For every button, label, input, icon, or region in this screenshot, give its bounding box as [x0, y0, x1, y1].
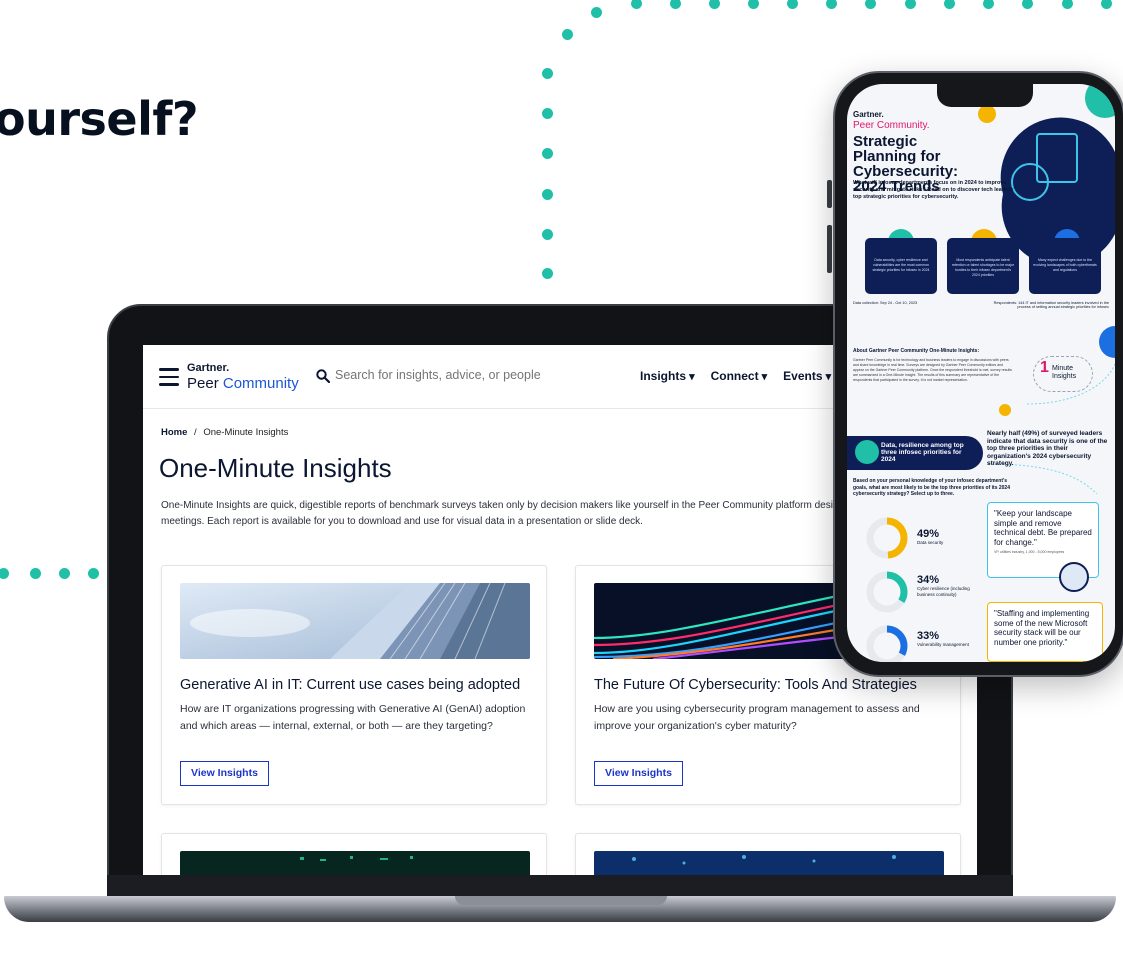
breadcrumb-home[interactable]: Home: [161, 427, 187, 438]
stat-label: Data security: [917, 540, 944, 545]
phone-side-button: [827, 225, 832, 273]
stat-item: 34% Cyber resilience (including business…: [917, 574, 987, 597]
top-nav: Insights Connect Events: [640, 369, 831, 383]
breadcrumb: Home / One-Minute Insights: [161, 427, 288, 438]
phone-product: Peer Community.: [853, 120, 930, 131]
avatar: [1059, 562, 1089, 592]
insight-card-partial[interactable]: [161, 833, 547, 875]
card-title[interactable]: The Future Of Cybersecurity: Tools And S…: [594, 677, 917, 693]
search-input[interactable]: [335, 368, 595, 382]
minute-number: 1: [1040, 359, 1049, 376]
stat-percent: 33%: [917, 630, 940, 642]
magnifier-icon: [855, 440, 879, 464]
stat-label: Cyber resilience (including business con…: [917, 586, 970, 597]
stat-label: Vulnerability management: [917, 642, 969, 647]
quote-text: "Staffing and implementing some of the n…: [994, 609, 1090, 647]
finding-tile: Data security, cyber resilience and vuln…: [865, 238, 937, 294]
insight-card-partial[interactable]: [575, 833, 961, 875]
laptop-notch: [455, 896, 667, 905]
logo-brand: Gartner.: [187, 362, 230, 374]
card-image-network: [594, 851, 944, 875]
nav-insights[interactable]: Insights: [640, 369, 695, 383]
nav-events[interactable]: Events: [783, 369, 831, 383]
quote-card: "Staffing and implementing some of the n…: [987, 602, 1103, 662]
card-image-building: [180, 583, 530, 659]
stat-percent: 34%: [917, 574, 940, 586]
nav-connect[interactable]: Connect: [711, 369, 768, 383]
phone-notch: [937, 83, 1033, 107]
one-minute-insights-badge: 1 Minute Insights: [1033, 356, 1093, 392]
phone-brand: Gartner.: [853, 110, 884, 119]
stat-percent: 49%: [917, 528, 940, 540]
insight-card[interactable]: Generative AI in IT: Current use cases b…: [161, 565, 547, 805]
data-collection-note: Data collection: Sep 24 - Oct 10, 2023: [853, 301, 918, 305]
page-title: One-Minute Insights: [159, 453, 392, 483]
report-subtitle: What will infosec departments focus on i…: [853, 180, 1015, 200]
stat-donuts: [866, 517, 908, 662]
survey-question: Based on your personal knowledge of your…: [853, 478, 1010, 497]
about-title: About Gartner Peer Community One-Minute …: [853, 348, 980, 354]
phone-side-button: [827, 180, 832, 208]
minute-label: Minute: [1052, 365, 1074, 372]
quote-attribution: VP, utilities industry, 1,000 - 5,000 em…: [994, 550, 1065, 554]
card-description: How are you using cybersecurity program …: [594, 703, 920, 732]
card-title[interactable]: Generative AI in IT: Current use cases b…: [180, 677, 520, 693]
insights-label: Insights: [1052, 373, 1077, 380]
search-icon[interactable]: [316, 369, 330, 383]
respondents-note: Respondents: 144 IT and information secu…: [993, 301, 1109, 309]
site-logo[interactable]: Gartner. Peer Community: [187, 362, 299, 393]
logo-product-b: Community: [222, 375, 299, 392]
card-image-circuit: [180, 851, 530, 875]
about-text: Gartner Peer Community is for technology…: [853, 358, 1012, 382]
phone-screen: Gartner. Peer Community. Strategic Plann…: [847, 84, 1115, 662]
hamburger-menu-icon[interactable]: [159, 368, 179, 391]
quote-text: "Keep your landscape simple and remove t…: [994, 509, 1092, 547]
stat-item: 33% Vulnerability management: [917, 630, 987, 648]
finding-tile: Most respondents anticipate talent reten…: [947, 238, 1019, 294]
stat-item: 49% Data security: [917, 528, 987, 546]
breadcrumb-separator: /: [194, 427, 197, 438]
breadcrumb-current: One-Minute Insights: [203, 427, 289, 438]
page-headline: ourself?: [0, 92, 199, 146]
nearly-half-text: Nearly half (49%) of surveyed leaders in…: [987, 430, 1108, 467]
logo-product: Peer Community: [187, 375, 299, 393]
view-insights-button[interactable]: View Insights: [594, 761, 683, 786]
view-insights-button[interactable]: View Insights: [180, 761, 269, 786]
card-description: How are IT organizations progressing wit…: [180, 703, 526, 732]
finding-tile: Many expect challenges due to the evolvi…: [1029, 238, 1101, 294]
logo-product-a: Peer: [187, 375, 223, 392]
